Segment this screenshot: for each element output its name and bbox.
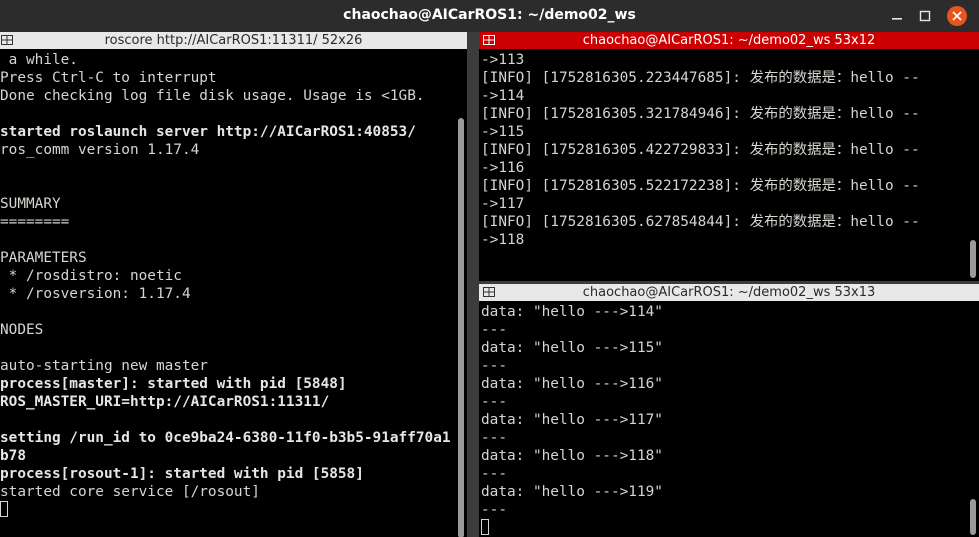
terminal-line: --- [481, 502, 507, 518]
terminal-line: [INFO] [1752816305.321784946]: 发布的数据是：he… [481, 106, 920, 122]
terminal-output[interactable]: data: "hello --->114" --- data: "hello ---… [481, 303, 967, 537]
terminal-line: setting /run_id to 0ce9ba24-6380-11f0-b3… [0, 430, 451, 446]
terminal-line: process[rosout-1]: started with pid [585… [0, 466, 364, 482]
scrollbar[interactable] [967, 49, 979, 281]
pane-title: roscore http://AICarROS1:11311/ 52x26 [104, 33, 363, 48]
terminal-line: --- [481, 466, 507, 482]
terminal-pane-listener[interactable]: chaochao@AICarROS1: ~/demo02_ws 53x13 da… [479, 284, 979, 537]
terminal-line: ->115 [481, 124, 525, 140]
prompt-line[interactable] [481, 519, 967, 537]
maximize-icon [919, 10, 931, 22]
terminal-line: data: "hello --->117" [481, 412, 663, 428]
minimize-button[interactable] [886, 5, 908, 27]
terminal-line: NODES [0, 322, 44, 338]
close-button[interactable] [947, 6, 967, 26]
terminal-line: ->113 [481, 52, 525, 68]
terminal-line: started roslaunch server http://AICarROS… [0, 124, 416, 140]
close-icon [952, 11, 962, 21]
terminal-line: [INFO] [1752816305.422729833]: 发布的数据是：he… [481, 142, 920, 158]
terminal-output[interactable]: ->113 [INFO] [1752816305.223447685]: 发布的数… [481, 51, 967, 249]
terminal-cursor [0, 501, 8, 517]
scrollbar-thumb[interactable] [458, 118, 464, 537]
terminal-line: --- [481, 358, 507, 374]
terminal-line: Done checking log file disk usage. Usage… [0, 88, 425, 104]
scrollbar-thumb[interactable] [970, 499, 976, 535]
terminal-line: data: "hello --->119" [481, 484, 663, 500]
terminal-line: * /rosversion: 1.17.4 [0, 286, 191, 302]
minimize-icon [892, 18, 902, 20]
terminal-output[interactable]: a while. Press Ctrl-C to interrupt Done ch… [0, 51, 455, 519]
terminal-line: ros_comm version 1.17.4 [0, 142, 200, 158]
scrollbar-thumb[interactable] [970, 240, 976, 278]
terminal-line: SUMMARY [0, 196, 61, 212]
pane-header-listener[interactable]: chaochao@AICarROS1: ~/demo02_ws 53x13 [479, 284, 979, 301]
terminal-line: [INFO] [1752816305.627854844]: 发布的数据是：he… [481, 214, 920, 230]
terminal-line: ->117 [481, 196, 525, 212]
pane-title: chaochao@AICarROS1: ~/demo02_ws 53x12 [582, 33, 876, 48]
pane-title: chaochao@AICarROS1: ~/demo02_ws 53x13 [582, 285, 876, 300]
prompt-line[interactable] [0, 501, 455, 519]
terminal-line: data: "hello --->115" [481, 340, 663, 356]
terminal-line: ======== [0, 214, 70, 230]
terminal-line: --- [481, 322, 507, 338]
terminal-line: [INFO] [1752816305.223447685]: 发布的数据是：he… [481, 70, 920, 86]
pane-header-talker[interactable]: chaochao@AICarROS1: ~/demo02_ws 53x12 [479, 32, 979, 49]
terminal-pane-talker[interactable]: chaochao@AICarROS1: ~/demo02_ws 53x12 ->… [479, 32, 979, 281]
pane-divider-vertical[interactable] [467, 32, 479, 537]
terminal-line: process[master]: started with pid [5848] [0, 376, 347, 392]
terminal-line: auto-starting new master [0, 358, 208, 374]
window-titlebar[interactable]: chaochao@AICarROS1: ~/demo02_ws [0, 0, 979, 32]
terminal-line: ->118 [481, 232, 525, 248]
terminal-line: ROS_MASTER_URI=http://AICarROS1:11311/ [0, 394, 330, 410]
scrollbar[interactable] [455, 49, 467, 537]
terminal-line: Press Ctrl-C to interrupt [0, 70, 217, 86]
terminal-line: [INFO] [1752816305.522172238]: 发布的数据是：he… [481, 178, 920, 194]
terminal-cursor [481, 519, 489, 535]
terminal-line: * /rosdistro: noetic [0, 268, 182, 284]
maximize-button[interactable] [914, 5, 936, 27]
terminal-line: a while. [0, 52, 78, 68]
terminal-line: ->116 [481, 160, 525, 176]
terminator-window: chaochao@AICarROS1: ~/demo02_ws roscore … [0, 0, 979, 537]
window-title: chaochao@AICarROS1: ~/demo02_ws [343, 7, 636, 23]
terminal-line: data: "hello --->116" [481, 376, 663, 392]
terminal-line: started core service [/rosout] [0, 484, 260, 500]
pane-header-roscore[interactable]: roscore http://AICarROS1:11311/ 52x26 [0, 32, 467, 49]
terminal-line: --- [481, 394, 507, 410]
terminal-line: ->114 [481, 88, 525, 104]
terminal-line: data: "hello --->114" [481, 304, 663, 320]
terminal-line: --- [481, 430, 507, 446]
terminal-line: PARAMETERS [0, 250, 87, 266]
terminal-line: b78 [0, 448, 26, 464]
scrollbar[interactable] [967, 301, 979, 537]
terminal-line: data: "hello --->118" [481, 448, 663, 464]
terminal-pane-roscore[interactable]: roscore http://AICarROS1:11311/ 52x26 a … [0, 32, 467, 537]
